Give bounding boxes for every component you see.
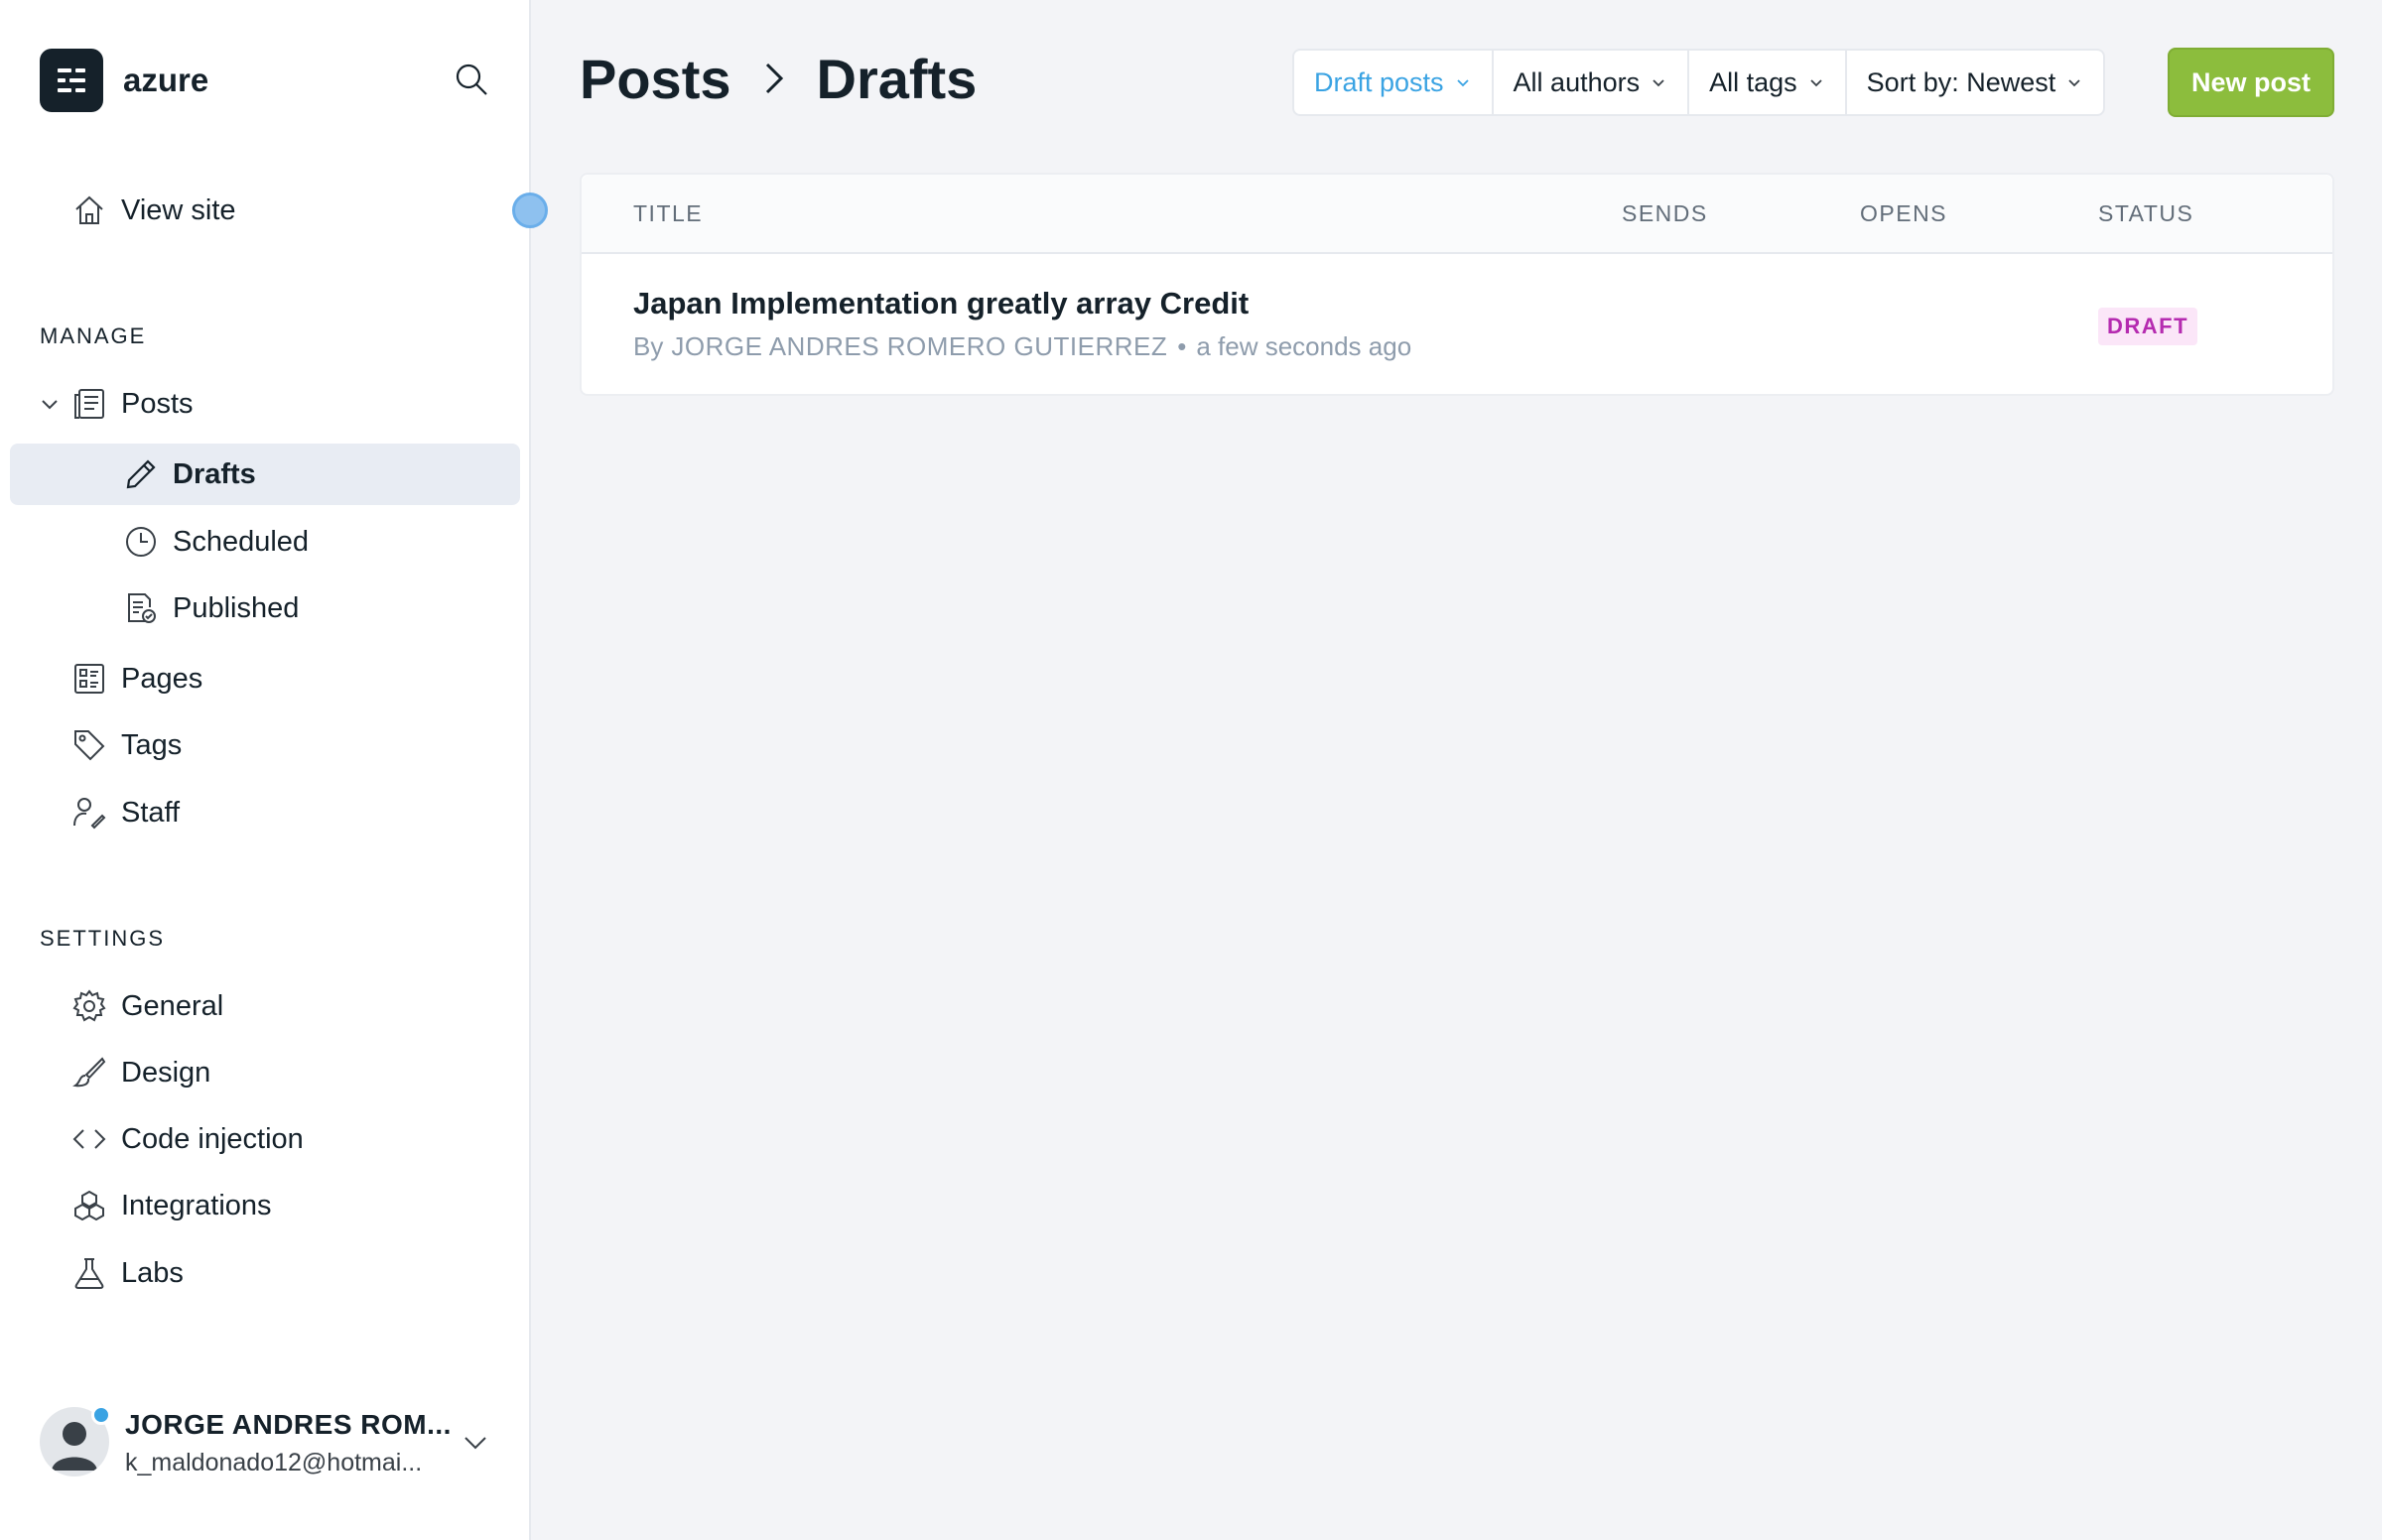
tag-filter[interactable]: All tags [1689,51,1847,114]
column-header-status: STATUS [2098,200,2194,226]
status-badge: DRAFT [2098,308,2198,345]
meta-separator: • [1177,331,1187,361]
gear-icon [71,988,107,1024]
sidebar-item-label: Pages [121,662,203,695]
posts-icon [71,386,107,422]
chevron-down-icon [1456,74,1472,90]
sidebar-item-labs[interactable]: Labs [10,1242,520,1304]
published-document-icon [123,590,159,626]
brand-logo-icon [40,49,103,112]
column-header-sends: SENDS [1622,200,1708,226]
sidebar-item-label: Published [173,591,300,624]
posts-table: TITLE SENDS OPENS STATUS Japan Implement… [580,173,2334,396]
sidebar-item-label: Tags [121,728,183,761]
page-title: Drafts [816,47,978,110]
view-site-label: View site [121,193,236,226]
sidebar-item-pages[interactable]: Pages [10,648,520,709]
settings-section-title: SETTINGS [40,926,166,951]
sidebar-item-label: Staff [121,796,181,829]
sidebar-item-integrations[interactable]: Integrations [10,1175,520,1236]
sidebar-item-label: Design [121,1056,211,1089]
sidebar-item-drafts[interactable]: Drafts [10,444,520,505]
post-type-filter[interactable]: Draft posts [1294,51,1494,114]
sidebar-item-label: Drafts [173,457,256,490]
sidebar-item-label: General [121,989,224,1022]
online-status-dot [91,1405,111,1425]
column-header-title: TITLE [633,200,704,226]
user-menu[interactable]: JORGE ANDRES ROM... k_maldonado12@hotmai… [40,1405,506,1478]
user-name: JORGE ANDRES ROM... [125,1409,452,1440]
search-icon[interactable] [452,60,491,99]
home-icon [71,192,107,228]
table-row[interactable]: Japan Implementation greatly array Credi… [582,256,2332,396]
post-by-label: By [633,331,664,361]
chevron-down-icon [1809,74,1825,90]
breadcrumb-posts-link[interactable]: Posts [580,47,731,111]
sort-filter-label: Sort by: Newest [1866,66,2056,97]
code-icon [71,1121,107,1157]
post-time: a few seconds ago [1196,331,1412,361]
staff-icon [71,795,107,831]
tag-filter-label: All tags [1709,66,1797,97]
pulse-indicator [512,192,548,228]
post-author: JORGE ANDRES ROMERO GUTIERREZ [671,331,1168,361]
column-header-opens: OPENS [1860,200,1948,226]
sidebar-item-label: Posts [121,387,194,420]
sidebar-item-design[interactable]: Design [10,1042,520,1103]
sidebar-item-posts[interactable]: Posts [10,373,520,435]
manage-section-title: MANAGE [40,323,147,348]
sort-filter[interactable]: Sort by: Newest [1847,51,2104,114]
sidebar-item-staff[interactable]: Staff [10,782,520,843]
sidebar-item-general[interactable]: General [10,975,520,1037]
integrations-icon [71,1188,107,1223]
brand[interactable]: azure [40,48,208,113]
sidebar-item-tags[interactable]: Tags [10,714,520,776]
flask-icon [71,1255,107,1291]
table-header: TITLE SENDS OPENS STATUS [582,175,2332,254]
brush-icon [71,1055,107,1091]
sidebar-item-published[interactable]: Published [10,578,520,639]
chevron-right-icon [759,59,789,98]
pencil-icon [123,456,159,492]
new-post-button[interactable]: New post [2168,48,2334,117]
chevron-down-icon [2067,74,2083,90]
sidebar-item-label: Labs [121,1256,184,1289]
brand-name: azure [123,62,209,98]
post-meta: By JORGE ANDRES ROMERO GUTIERREZ • a few… [633,331,1411,362]
chevron-down-icon [1652,74,1667,90]
pages-icon [71,661,107,697]
sidebar-item-label: Code injection [121,1122,304,1155]
chevron-down-icon[interactable] [461,1427,490,1457]
sidebar: azure View site MANAGE Posts Drafts Sche… [0,0,548,1540]
user-email: k_maldonado12@hotmai... [125,1449,423,1476]
chevron-down-icon[interactable] [38,392,62,416]
author-filter-label: All authors [1513,66,1641,97]
breadcrumb: Posts Drafts [580,44,977,113]
view-site-link[interactable]: View site [10,180,520,241]
post-type-filter-label: Draft posts [1314,66,1444,97]
clock-icon [123,524,159,560]
author-filter[interactable]: All authors [1494,51,1690,114]
sidebar-item-code-injection[interactable]: Code injection [10,1108,520,1170]
tag-icon [71,727,107,763]
sidebar-item-label: Scheduled [173,525,310,558]
filter-bar: Draft posts All authors All tags Sort by… [1292,49,2106,116]
post-title[interactable]: Japan Implementation greatly array Credi… [633,286,1249,321]
sidebar-item-scheduled[interactable]: Scheduled [10,511,520,573]
sidebar-item-label: Integrations [121,1189,272,1221]
